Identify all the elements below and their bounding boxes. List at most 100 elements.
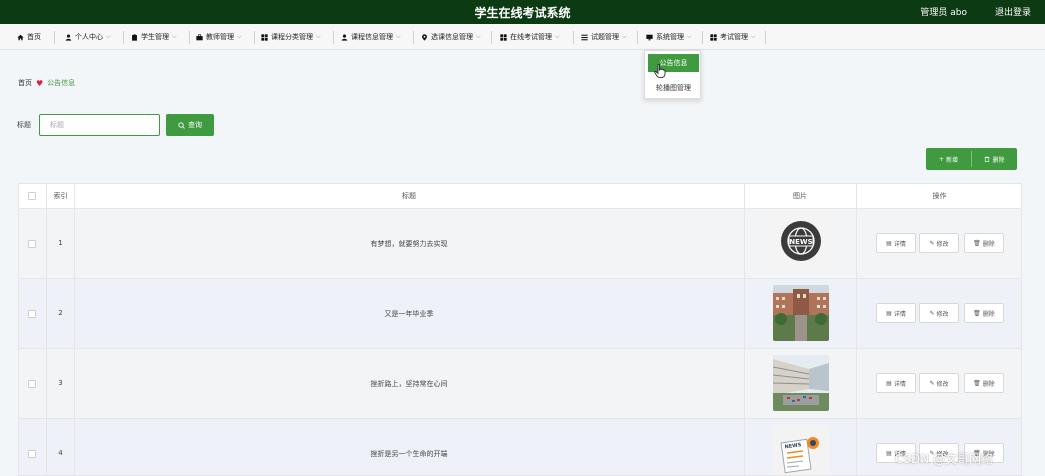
- nav-item-students[interactable]: 学生管理 ⌵: [130, 24, 177, 50]
- chevron-down-icon: ⌵: [172, 33, 177, 40]
- search-icon: [178, 121, 185, 129]
- table-row: 2 又是一年毕业季 ▤ 详情 ✎ 修改 🗑︎ 删除: [19, 279, 1021, 349]
- delete-label: 删除: [982, 310, 995, 318]
- clipboard-icon: [130, 33, 138, 41]
- add-button[interactable]: + 新增: [926, 148, 971, 170]
- table-row: 1 有梦想，就要努力去实现 NEWS ▤ 详情 ✎ 修改 🗑︎ 删除: [19, 209, 1021, 279]
- person-icon: [340, 33, 348, 41]
- title-search-input[interactable]: [39, 114, 160, 136]
- nav-item-course-info[interactable]: 课程信息管理 ⌵: [340, 24, 401, 50]
- column-header-index: 索引: [53, 192, 68, 200]
- bulk-delete-label: 删除: [992, 156, 1005, 164]
- campus-courtyard-image: [773, 355, 829, 411]
- row-title: 有梦想，就要努力去实现: [370, 240, 448, 248]
- detail-label: 详情: [893, 240, 906, 248]
- delete-button[interactable]: 🗑︎ 删除: [964, 233, 1004, 253]
- chevron-down-icon: ⌵: [316, 33, 321, 40]
- edit-icon: ✎: [929, 239, 935, 247]
- hand-cursor-icon: [654, 64, 666, 78]
- nav-item-exams[interactable]: 考试管理 ⌵: [709, 24, 756, 50]
- nav-item-label: 个人中心: [75, 33, 103, 41]
- trash-icon: 🗑︎: [973, 379, 981, 387]
- add-button-label: 新增: [946, 156, 959, 164]
- heart-icon: ♥: [36, 78, 44, 88]
- row-checkbox[interactable]: [28, 380, 36, 388]
- nav-item-label: 学生管理: [141, 33, 169, 41]
- nav-item-label: 在线考试管理: [510, 33, 552, 41]
- nav-item-label: 教师管理: [206, 33, 234, 41]
- nav-item-course-category[interactable]: 课程分类管理 ⌵: [260, 24, 321, 50]
- nav-item-teachers[interactable]: 教师管理 ⌵: [195, 24, 242, 50]
- nav-item-profile[interactable]: 个人中心 ⌵: [64, 24, 111, 50]
- announcement-table: 索引 标题 图片 操作 1 有梦想，就要努力去实现 NEWS ▤ 详情 ✎ 修改 🗑…: [18, 183, 1022, 476]
- edit-button[interactable]: ✎ 修改: [919, 303, 959, 323]
- row-checkbox[interactable]: [28, 240, 36, 248]
- delete-button[interactable]: 🗑︎ 删除: [964, 303, 1004, 323]
- edit-icon: ✎: [929, 379, 935, 387]
- dropdown-item-carousel[interactable]: 轮播图管理: [648, 79, 699, 97]
- nav-item-online-exam[interactable]: 在线考试管理 ⌵: [499, 24, 560, 50]
- pin-icon: [420, 33, 428, 41]
- row-title: 挫折路上，坚持常在心间: [370, 380, 448, 388]
- edit-label: 修改: [936, 380, 949, 388]
- edit-icon: ✎: [929, 309, 935, 317]
- nav-item-label: 课程分类管理: [271, 33, 313, 41]
- edit-button[interactable]: ✎ 修改: [919, 373, 959, 393]
- trash-icon: [985, 156, 990, 162]
- system-dropdown-menu: 公告信息 轮播图管理: [644, 50, 701, 99]
- news-globe-image: NEWS: [773, 213, 829, 269]
- select-all-checkbox[interactable]: [28, 192, 36, 200]
- chevron-down-icon: ⌵: [476, 33, 481, 40]
- watermark: CSDN @文哥网络: [895, 452, 994, 466]
- document-icon: ▤: [886, 239, 892, 247]
- trash-icon: 🗑︎: [973, 309, 981, 317]
- delete-button[interactable]: 🗑︎ 删除: [964, 373, 1004, 393]
- nav-item-course-selection[interactable]: 选课信息管理 ⌵: [420, 24, 481, 50]
- document-icon: ▤: [886, 379, 892, 387]
- nav-item-home[interactable]: 首页: [16, 24, 41, 50]
- table-header: 索引 标题 图片 操作: [19, 184, 1021, 209]
- column-header-title: 标题: [402, 192, 416, 200]
- nav-item-questions[interactable]: 试题管理 ⌵: [580, 24, 627, 50]
- logout-link[interactable]: 退出登录: [995, 5, 1031, 18]
- document-icon: ▤: [886, 309, 892, 317]
- chevron-down-icon: ⌵: [237, 33, 242, 40]
- row-index: 4: [58, 449, 63, 457]
- delete-label: 删除: [982, 380, 995, 388]
- svg-text:NEWS: NEWS: [789, 238, 812, 246]
- row-title: 挫折是另一个生命的开端: [370, 450, 448, 458]
- briefcase-icon: [195, 33, 203, 41]
- campus-building-image: [773, 285, 829, 341]
- nav-item-system[interactable]: 系统管理 ⌵: [645, 24, 692, 50]
- list-icon: [580, 33, 588, 41]
- chevron-down-icon: ⌵: [622, 33, 627, 40]
- row-checkbox[interactable]: [28, 450, 36, 458]
- edit-label: 修改: [936, 310, 949, 318]
- chevron-down-icon: ⌵: [555, 33, 560, 40]
- search-button[interactable]: 查询: [166, 114, 214, 136]
- detail-button[interactable]: ▤ 详情: [876, 373, 916, 393]
- plus-icon: +: [938, 155, 944, 163]
- edit-button[interactable]: ✎ 修改: [919, 233, 959, 253]
- nav-item-label: 试题管理: [591, 33, 619, 41]
- breadcrumb: 首页 ♥ 公告信息: [18, 78, 75, 88]
- chevron-down-icon: ⌵: [751, 33, 756, 40]
- chevron-down-icon: ⌵: [106, 33, 111, 40]
- bulk-action-group: + 新增 删除: [926, 148, 1017, 170]
- app-title: 学生在线考试系统: [474, 6, 571, 20]
- row-index: 1: [58, 239, 63, 247]
- trash-icon: 🗑︎: [973, 239, 981, 247]
- row-checkbox[interactable]: [28, 310, 36, 318]
- chevron-down-icon: ⌵: [687, 33, 692, 40]
- grid-icon: [709, 33, 717, 41]
- bulk-delete-button[interactable]: 删除: [972, 148, 1017, 170]
- detail-button[interactable]: ▤ 详情: [876, 233, 916, 253]
- column-header-actions: 操作: [932, 192, 947, 200]
- detail-button[interactable]: ▤ 详情: [876, 303, 916, 323]
- breadcrumb-home[interactable]: 首页: [18, 78, 32, 88]
- column-header-image: 图片: [793, 192, 807, 200]
- nav-item-label: 考试管理: [720, 33, 748, 41]
- home-icon: [16, 33, 24, 41]
- person-icon: [64, 33, 72, 41]
- top-header: 学生在线考试系统 管理员 abo 退出登录: [0, 0, 1045, 24]
